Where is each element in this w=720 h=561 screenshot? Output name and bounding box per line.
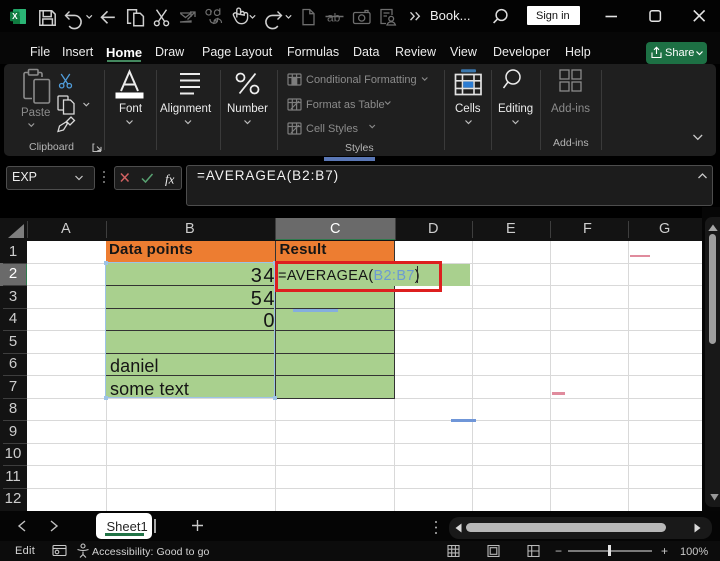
svg-text:fx: fx <box>165 172 175 187</box>
